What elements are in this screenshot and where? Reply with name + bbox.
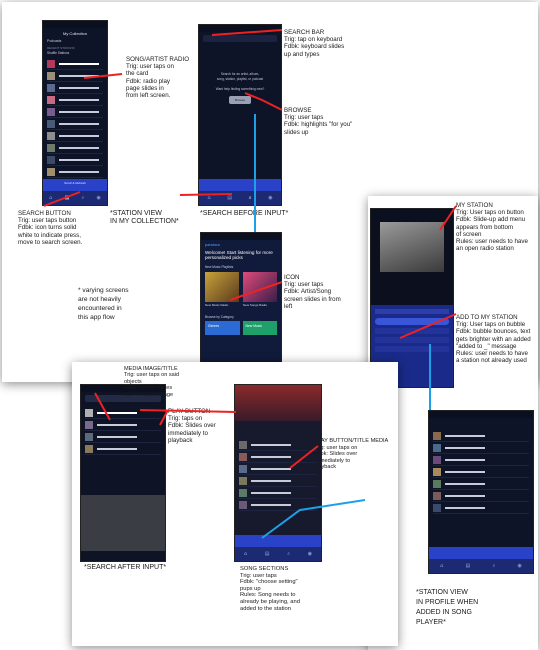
search-icon[interactable]: ⌕	[287, 551, 290, 557]
list-item[interactable]	[47, 130, 103, 142]
phone-browse: pandora Welcome! Start listening for mor…	[200, 232, 282, 380]
note-add-to-my-station: ADD TO MY STATION Trig: User taps on bub…	[456, 314, 531, 365]
note-song-sections: SONG SECTIONS Trig: user taps Fdbk: "cho…	[240, 566, 300, 612]
list-item[interactable]	[47, 166, 103, 178]
note-varying-screens: * varying screens are not heavily encoun…	[78, 287, 129, 321]
collection-icon[interactable]: ▤	[65, 195, 70, 201]
list-item[interactable]	[47, 142, 103, 154]
note-icon: ICON Trig: user taps Fdbk: Artist/Song s…	[284, 274, 341, 310]
list-item[interactable]	[433, 466, 529, 478]
new-music-label: New Music Playlists	[205, 264, 234, 269]
collection-icon[interactable]: ▤	[227, 195, 232, 201]
station-song-sections	[235, 437, 321, 513]
profile-icon[interactable]: ◉	[268, 195, 272, 201]
collection-station-list	[43, 56, 107, 180]
station-artwork	[380, 222, 444, 272]
list-item[interactable]	[85, 443, 161, 455]
collection-icon[interactable]: ▤	[265, 551, 270, 557]
bottom-nav: ⌂ ▤ ⌕ ◉	[199, 191, 281, 205]
collection-icon[interactable]: ▤	[466, 563, 471, 569]
list-item[interactable]	[239, 487, 317, 499]
note-media-image-title: MEDIA IMAGE/TITLE Trig: user taps on sai…	[124, 366, 180, 398]
list-item[interactable]	[433, 442, 529, 454]
phone-search-before-input: Search for an artist, album, song, stati…	[198, 24, 282, 206]
list-item[interactable]	[47, 154, 103, 166]
profile-icon[interactable]: ◉	[308, 551, 312, 557]
bottom-nav: ⌂ ▤ ⌕ ◉	[429, 559, 533, 573]
list-item[interactable]	[239, 499, 317, 511]
profile-icon[interactable]: ◉	[97, 195, 101, 201]
list-item[interactable]	[433, 430, 529, 442]
now-playing-strip[interactable]	[235, 535, 321, 547]
bottom-nav: ⌂ ▤ ⌕ ◉	[235, 547, 321, 561]
list-item[interactable]	[433, 454, 529, 466]
phone-station-page: ⌂ ▤ ⌕ ◉	[234, 384, 322, 562]
list-item[interactable]	[433, 490, 529, 502]
browse-button[interactable]: Browse	[229, 95, 251, 104]
search-icon[interactable]: ⌕	[81, 195, 84, 201]
home-icon[interactable]: ⌂	[207, 195, 210, 201]
bottom-nav: ⌂ ▤ ⌕ ◉	[43, 191, 107, 205]
list-item[interactable]	[239, 451, 317, 463]
phone-add-to-station	[370, 208, 454, 388]
note-song-artist-radio: SONG/ARTIST RADIO Trig: user taps on the…	[126, 56, 190, 100]
phone-search-results	[80, 384, 166, 562]
sheet-search-after-input: ⌂ ▤ ⌕ ◉ MEDIA IMAGE/TITLE Trig: user tap…	[72, 362, 398, 646]
station-song-list	[429, 428, 533, 516]
home-icon[interactable]: ⌂	[440, 563, 443, 569]
list-item[interactable]	[239, 475, 317, 487]
station-profile-header	[429, 418, 533, 428]
welcome-heading: Welcome! Start listening for more person…	[205, 250, 273, 261]
profile-icon[interactable]: ◉	[518, 563, 522, 569]
browse-prompt: Want help finding something new?	[215, 87, 265, 91]
now-playing-strip[interactable]	[429, 547, 533, 559]
home-icon[interactable]: ⌂	[49, 195, 52, 201]
list-item[interactable]	[47, 106, 103, 118]
phone-station-profile: ⌂ ▤ ⌕ ◉	[428, 410, 534, 574]
note-search-button: SEARCH BUTTON Trig: user taps button Fdb…	[18, 210, 83, 246]
search-icon[interactable]: ⌕	[492, 563, 495, 569]
list-item[interactable]	[433, 502, 529, 514]
list-item[interactable]	[239, 439, 317, 451]
caption-search-after-input: *SEARCH AFTER INPUT*	[84, 564, 167, 571]
search-hint-line2: song, station, playlist, or podcast	[216, 76, 264, 81]
on-screen-keyboard[interactable]	[81, 495, 165, 551]
browse-by-category: Browse by Category	[205, 314, 234, 319]
playlist-card-1[interactable]: New Music Radio	[205, 271, 239, 307]
list-item[interactable]	[47, 94, 103, 106]
note-play-button-title-media: PLAY BUTTON/TITLE MEDIA Trig: user taps …	[314, 438, 389, 471]
list-item[interactable]	[239, 463, 317, 475]
search-icon[interactable]: ⌕	[249, 195, 252, 201]
now-playing-strip[interactable]: Scroll & Refresh	[43, 179, 107, 191]
search-result-list	[81, 405, 165, 457]
list-item[interactable]	[47, 58, 103, 70]
collection-title: My Collection	[62, 31, 87, 36]
phone-my-collection: My Collection Podcasts RECENT STATIONS S…	[42, 20, 108, 206]
note-search-bar: SEARCH BAR Trig: tap on keyboard Fdbk: k…	[284, 29, 345, 58]
my-station-bubble[interactable]	[375, 318, 449, 325]
genres-button[interactable]: Genres	[205, 320, 240, 335]
list-item[interactable]	[85, 407, 161, 419]
new-music-button[interactable]: New Music	[242, 320, 277, 335]
list-item[interactable]	[85, 419, 161, 431]
list-item[interactable]	[433, 478, 529, 490]
caption-station-view-collection: *STATION VIEW IN MY COLLECTION*	[110, 210, 179, 226]
search-input[interactable]	[203, 35, 277, 42]
caption-search-before-input: *SEARCH BEFORE INPUT*	[200, 210, 289, 217]
pandora-brand: pandora	[205, 242, 220, 247]
station-hero-image[interactable]	[235, 385, 321, 421]
list-item[interactable]	[47, 82, 103, 94]
home-icon[interactable]: ⌂	[244, 551, 247, 557]
note-play-button: PLAY BUTTON Trig: taps on Fdbk: Slides o…	[168, 408, 216, 444]
list-item[interactable]	[85, 431, 161, 443]
now-playing-strip[interactable]	[199, 179, 281, 191]
note-browse: BROWSE Trig: user taps Fdbk: highlights …	[284, 107, 353, 136]
list-item[interactable]	[47, 118, 103, 130]
caption-station-view-profile: *STATION VIEW IN PROFILE WHEN ADDED IN S…	[416, 589, 479, 626]
playlist-card-2[interactable]: New Songs Radio	[243, 271, 277, 307]
recent-stations-label: RECENT STATIONS	[47, 46, 75, 50]
note-my-station: MY STATION Trig: User taps on button Fdb…	[456, 202, 528, 253]
list-item[interactable]	[47, 70, 103, 82]
